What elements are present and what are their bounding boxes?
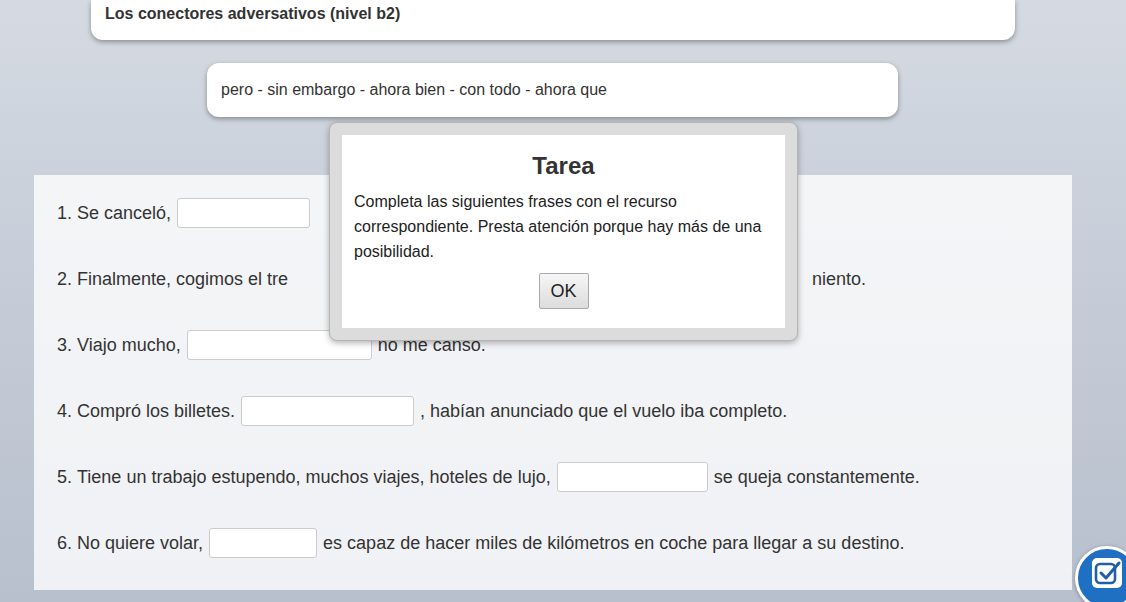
sentence-start: Compró los billetes.	[77, 401, 235, 422]
answer-input[interactable]	[209, 528, 317, 558]
word-bank-text: pero - sin embargo - ahora bien - con to…	[221, 81, 607, 98]
answer-input[interactable]	[557, 462, 708, 492]
sentence-start: Viajo mucho,	[77, 335, 181, 356]
answer-input[interactable]	[177, 198, 310, 228]
sentence-end: , habían anunciado que el vuelo iba comp…	[420, 401, 787, 422]
item-number: 3.	[57, 335, 72, 356]
sentence-text: Finalmente, cogimos el tre	[77, 269, 288, 290]
item-number: 5.	[57, 467, 72, 488]
word-bank: pero - sin embargo - ahora bien - con to…	[207, 63, 898, 117]
checkbox-check-icon	[1092, 558, 1122, 588]
exercise-row: 4.Compró los billetes. , habían anunciado…	[57, 396, 1072, 426]
dialog-buttons: OK	[354, 273, 773, 309]
dialog-message: Completa las siguientes frases con el re…	[354, 189, 773, 264]
sentence-start: Tiene un trabajo estupendo, muchos viaje…	[77, 467, 551, 488]
item-number: 4.	[57, 401, 72, 422]
screen: Los conectores adversativos (nivel b2) pe…	[0, 0, 1126, 602]
task-dialog: Tarea Completa las siguientes frases con …	[329, 122, 798, 341]
exercise-row: 5.Tiene un trabajo estupendo, muchos via…	[57, 462, 1072, 492]
dialog-body: Tarea Completa las siguientes frases con …	[342, 135, 785, 328]
answer-input[interactable]	[241, 396, 414, 426]
sentence-start: Se canceló,	[77, 203, 171, 224]
sentence-end: niento.	[812, 269, 866, 290]
header-card: Los conectores adversativos (nivel b2)	[91, 0, 1015, 40]
exercise-row: 6.No quiere volar, es capaz de hacer mile…	[57, 528, 1072, 558]
dialog-title: Tarea	[354, 151, 773, 181]
header-title: Los conectores adversativos (nivel b2)	[105, 5, 400, 22]
sentence-start: No quiere volar,	[77, 533, 203, 554]
item-number: 6.	[57, 533, 72, 554]
item-number: 2.	[57, 269, 72, 290]
sentence-end: es capaz de hacer miles de kilómetros en…	[323, 533, 904, 554]
ok-button[interactable]: OK	[539, 273, 589, 309]
sentence-end: se queja constantemente.	[714, 467, 920, 488]
item-number: 1.	[57, 203, 72, 224]
